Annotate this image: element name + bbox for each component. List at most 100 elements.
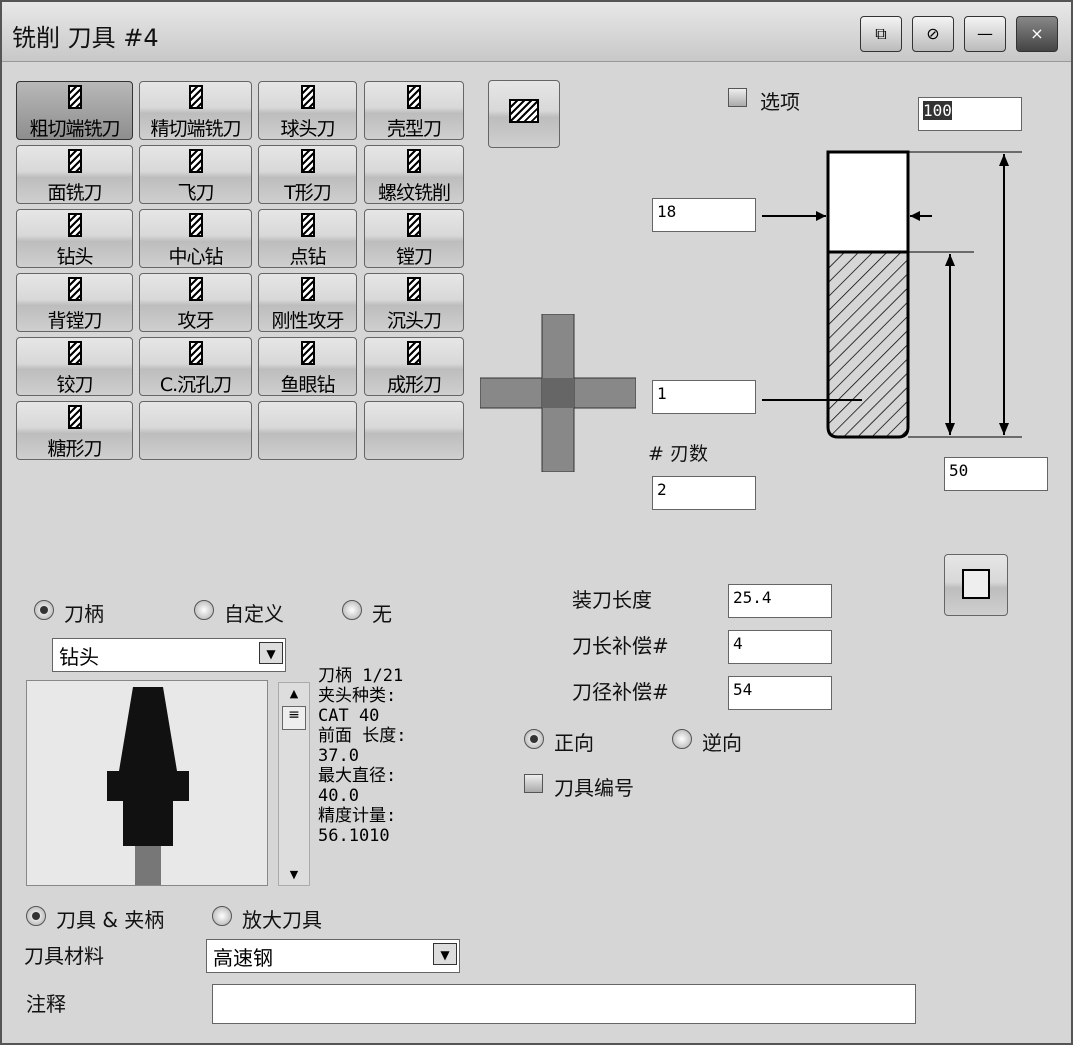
tool-type-button[interactable] [258, 401, 357, 460]
tool-type-label: 点钻 [289, 246, 326, 268]
tool-type-button[interactable]: T形刀 [258, 145, 357, 204]
holder-type-select[interactable]: 钻头 ▼ [52, 638, 286, 672]
tool-type-icon [300, 149, 315, 173]
stickout-label: 装刀长度 [572, 588, 652, 612]
chevron-down-icon: ▼ [259, 642, 283, 664]
tool-type-button[interactable]: 背镗刀 [16, 273, 133, 332]
tool-type-label: 壳型刀 [386, 118, 442, 140]
holder-info-text: 刀柄 1/21 夹头种类: CAT 40 前面 长度: 37.0 最大直径: 40.0 精度计… [318, 666, 407, 846]
scroll-thumb[interactable]: ≡ [282, 706, 306, 730]
tool-type-button[interactable]: 球头刀 [258, 81, 357, 140]
tool-type-icon [300, 341, 315, 365]
tool-type-button[interactable]: 螺纹铣削 [364, 145, 464, 204]
tool-type-label: 飞刀 [177, 182, 214, 204]
restore-icon[interactable]: ⧉ [860, 16, 902, 52]
tool-type-button[interactable] [139, 401, 252, 460]
tool-type-label: 糖形刀 [47, 438, 102, 460]
tool-number-label: 刀具编号 [554, 776, 634, 800]
material-select[interactable]: 高速钢 ▼ [206, 939, 460, 973]
holder-preview [26, 680, 268, 886]
flutes-field[interactable]: 2 [652, 476, 756, 510]
tool-type-button[interactable]: 铰刀 [16, 337, 133, 396]
tool-type-button[interactable]: 糖形刀 [16, 401, 133, 460]
material-value: 高速钢 [213, 946, 273, 970]
tool-library-button[interactable] [488, 80, 560, 148]
overall-length-value: 100 [923, 101, 952, 120]
tool-number-checkbox[interactable] [524, 774, 543, 793]
tool-type-button[interactable]: 沉头刀 [364, 273, 464, 332]
tool-type-button[interactable]: C.沉孔刀 [139, 337, 252, 396]
tool-type-label: 背镗刀 [47, 310, 102, 332]
scroll-up-icon[interactable]: ▲ [279, 687, 309, 700]
flutes-label: # 刃数 [648, 443, 708, 465]
title-bar: 铣削 刀具 #4 ⧉ ⊘ — × [2, 2, 1071, 62]
tool-type-label: 中心钻 [168, 246, 223, 268]
tool-type-button[interactable]: 镗刀 [364, 209, 464, 268]
diameter-field[interactable]: 18 [652, 198, 756, 232]
tool-type-button[interactable]: 面铣刀 [16, 145, 133, 204]
zoom-tool-label: 放大刀具 [242, 908, 322, 932]
cw-label: 正向 [554, 731, 594, 755]
tool-type-icon [300, 213, 315, 237]
minimize-button[interactable]: — [964, 16, 1006, 52]
tool-type-icon [300, 85, 315, 109]
tool-type-button[interactable]: 刚性攻牙 [258, 273, 357, 332]
tool-type-label: 钻头 [56, 246, 93, 268]
tool-type-button[interactable]: 攻牙 [139, 273, 252, 332]
tool-type-button[interactable]: 飞刀 [139, 145, 252, 204]
tool-type-button[interactable]: 粗切端铣刀 [16, 81, 133, 140]
dia-offset-field[interactable]: 54 [728, 676, 832, 710]
tool-preview-icon [480, 314, 636, 472]
flute-length-field[interactable]: 50 [944, 457, 1048, 491]
tool-type-icon [407, 277, 421, 301]
tool-type-label: 攻牙 [177, 310, 214, 332]
ccw-label: 逆向 [702, 731, 742, 755]
tool-type-button[interactable]: 钻头 [16, 209, 133, 268]
length-offset-field[interactable]: 4 [728, 630, 832, 664]
custom-radio-label: 自定义 [224, 602, 284, 626]
tool-type-button[interactable] [364, 401, 464, 460]
tool-type-button[interactable]: 中心钻 [139, 209, 252, 268]
tool-type-label: 球头刀 [280, 118, 335, 140]
tool-type-icon [188, 277, 203, 301]
holder-info-scrollbar[interactable]: ▲ ≡ ▼ [278, 682, 310, 886]
length-offset-label: 刀长补偿# [572, 634, 669, 658]
options-label: 选项 [760, 90, 800, 114]
options-checkbox[interactable] [728, 88, 747, 107]
tool-holder-view-radio[interactable] [26, 906, 46, 926]
zoom-tool-radio[interactable] [212, 906, 232, 926]
tool-dimension-diagram [762, 150, 1022, 439]
tool-type-icon [407, 213, 421, 237]
parameters-button[interactable] [944, 554, 1008, 616]
tool-type-icon [188, 213, 203, 237]
cw-radio[interactable] [524, 729, 544, 749]
overall-length-field[interactable]: 100 [918, 97, 1022, 131]
comment-label: 注释 [26, 992, 66, 1016]
none-radio[interactable] [342, 600, 362, 620]
custom-radio[interactable] [194, 600, 214, 620]
tool-type-icon [188, 341, 203, 365]
tool-type-icon [407, 85, 421, 109]
holder-radio[interactable] [34, 600, 54, 620]
tool-type-button[interactable]: 壳型刀 [364, 81, 464, 140]
tool-type-button[interactable]: 成形刀 [364, 337, 464, 396]
holder-image-icon [107, 687, 189, 886]
material-label: 刀具材料 [24, 944, 104, 968]
tool-type-label: 刚性攻牙 [271, 310, 344, 332]
tool-type-button[interactable]: 点钻 [258, 209, 357, 268]
tool-type-icon [407, 149, 421, 173]
close-button[interactable]: × [1016, 16, 1058, 52]
ccw-radio[interactable] [672, 729, 692, 749]
none-radio-label: 无 [372, 602, 392, 626]
comment-field[interactable] [212, 984, 916, 1024]
pin-icon[interactable]: ⊘ [912, 16, 954, 52]
tool-type-label: 螺纹铣削 [377, 182, 451, 204]
tool-type-button[interactable]: 鱼眼钻 [258, 337, 357, 396]
tool-type-button[interactable]: 精切端铣刀 [139, 81, 252, 140]
scroll-down-icon[interactable]: ▼ [279, 868, 309, 881]
corner-radius-field[interactable]: 1 [652, 380, 756, 414]
tool-type-icon [407, 341, 421, 365]
tool-type-icon [300, 277, 315, 301]
tool-type-label: T形刀 [284, 182, 332, 204]
stickout-field[interactable]: 25.4 [728, 584, 832, 618]
